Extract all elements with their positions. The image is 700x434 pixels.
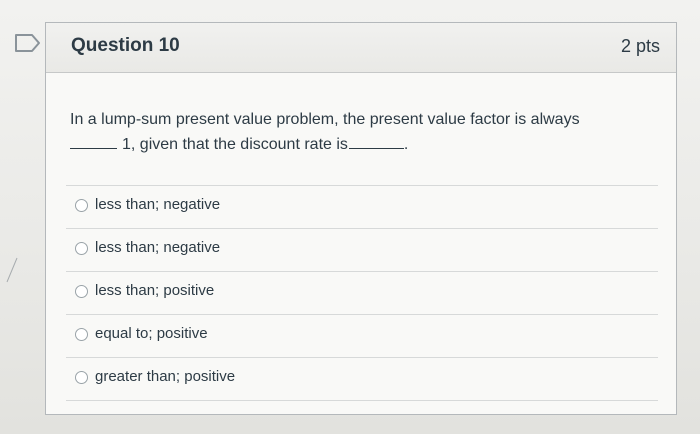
radio-button[interactable] — [75, 199, 88, 212]
question-text: In a lump-sum present value problem, the… — [70, 107, 640, 157]
question-header: Question 10 2 pts — [46, 23, 676, 73]
question-text-part2: 1, given that the discount rate is — [122, 136, 348, 153]
pen-mark-decoration — [6, 257, 18, 283]
radio-button[interactable] — [75, 242, 88, 255]
answer-blank-1 — [70, 134, 117, 149]
question-points: 2 pts — [620, 36, 660, 56]
answer-option-1[interactable]: less than; negative — [66, 185, 658, 228]
answer-option-5[interactable]: greater than; positive — [66, 357, 658, 401]
answer-label[interactable]: less than; negative — [95, 239, 220, 256]
answer-option-4[interactable]: equal to; positive — [66, 314, 658, 357]
flag-question-icon[interactable] — [14, 33, 42, 53]
question-title: Question 10 — [71, 35, 180, 56]
answer-option-2[interactable]: less than; negative — [66, 228, 658, 271]
answer-label[interactable]: greater than; positive — [95, 368, 235, 385]
answer-label[interactable]: equal to; positive — [95, 325, 208, 342]
answer-label[interactable]: less than; negative — [95, 196, 220, 213]
answer-label[interactable]: less than; positive — [95, 282, 214, 299]
answer-blank-2 — [348, 134, 404, 149]
radio-button[interactable] — [75, 285, 88, 298]
answer-list: less than; negative less than; negative … — [66, 185, 658, 401]
question-text-part1: In a lump-sum present value problem, the… — [70, 111, 580, 128]
question-text-part3: . — [403, 136, 409, 153]
answer-option-3[interactable]: less than; positive — [66, 271, 658, 314]
radio-button[interactable] — [75, 371, 88, 384]
radio-button[interactable] — [75, 328, 88, 341]
question-card: Question 10 2 pts In a lump-sum present … — [45, 22, 677, 415]
